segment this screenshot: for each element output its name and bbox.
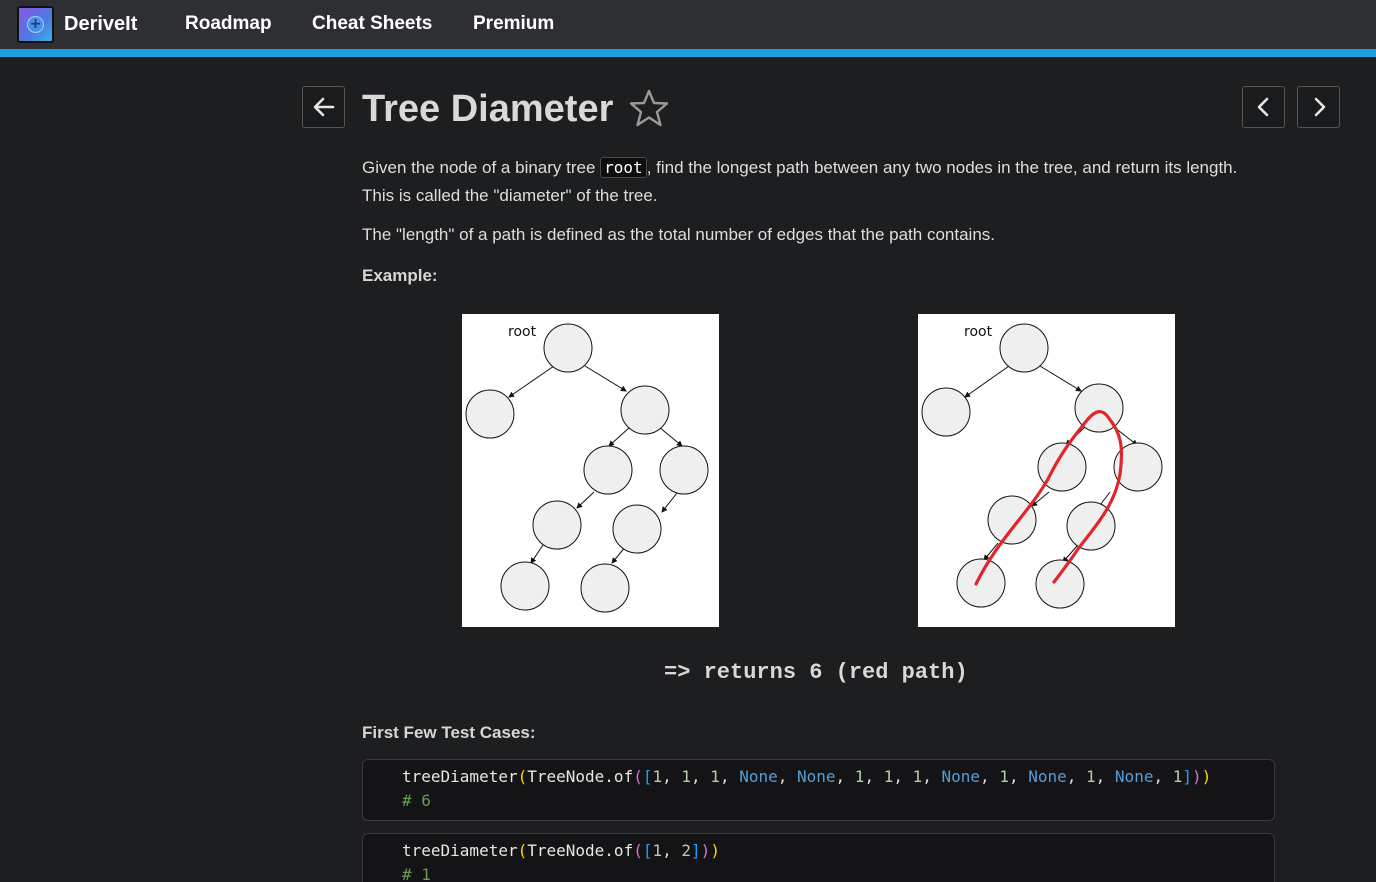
example-result: => returns 6 (red path) xyxy=(664,660,968,685)
example-tree-figure: root xyxy=(462,314,719,627)
arrow-left-icon xyxy=(313,97,334,117)
nav-roadmap[interactable]: Roadmap xyxy=(185,12,272,36)
next-problem-button[interactable] xyxy=(1297,86,1340,128)
test-case-result: # 6 xyxy=(402,791,431,810)
root-label: root xyxy=(508,324,537,340)
example-label: Example: xyxy=(362,266,438,285)
test-case-call: treeDiameter(TreeNode.of([1, 1, 1, None,… xyxy=(402,767,1212,786)
brand-name[interactable]: DeriveIt xyxy=(64,12,137,36)
top-navbar: + DeriveIt Roadmap Cheat Sheets Premium xyxy=(0,0,1376,49)
page-title: Tree Diameter xyxy=(362,88,614,130)
nav-premium[interactable]: Premium xyxy=(473,12,554,36)
previous-problem-button[interactable] xyxy=(1242,86,1285,128)
navbar-accent-bar xyxy=(0,49,1376,57)
diameter-path-figure: root xyxy=(918,314,1175,627)
root-label: root xyxy=(964,324,993,340)
diameter-red-path xyxy=(974,410,1124,586)
test-cases-label: First Few Test Cases: xyxy=(362,723,536,742)
chevron-left-icon xyxy=(1257,97,1268,117)
test-case-result: # 1 xyxy=(402,865,431,882)
length-definition: The "length" of a path is defined as the… xyxy=(362,225,995,244)
test-case-block-1[interactable]: treeDiameter(TreeNode.of([1, 1, 1, None,… xyxy=(362,759,1275,821)
back-button[interactable] xyxy=(302,86,345,128)
chevron-right-icon xyxy=(1314,97,1325,117)
logo-icon[interactable]: + xyxy=(17,6,54,43)
test-case-block-2[interactable]: treeDiameter(TreeNode.of([1, 2])) # 1 xyxy=(362,833,1275,882)
inline-code-root: root xyxy=(600,157,647,178)
nav-cheat-sheets[interactable]: Cheat Sheets xyxy=(312,12,432,36)
test-case-call: treeDiameter(TreeNode.of([1, 2])) xyxy=(402,841,720,860)
star-outline-icon[interactable] xyxy=(628,88,670,128)
problem-description: Given the node of a binary tree root, fi… xyxy=(362,157,1238,205)
